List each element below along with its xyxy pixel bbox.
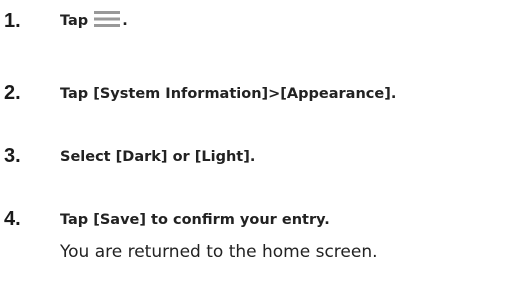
hamburger-menu-icon [94,10,121,28]
step-2-instruction: Tap [System Information]>[Appearance]. [60,86,397,102]
step-1-text-before: Tap [60,13,89,29]
step-2-number: 2. [4,82,21,104]
step-4-instruction: Tap [Save] to confirm your entry. [60,212,330,228]
step-4-result-note: You are returned to the home screen. [60,242,378,262]
step-1-instruction: Tap. [60,9,128,33]
step-3-number: 3. [4,145,21,167]
step-1-text-after: . [122,13,128,29]
step-1-number: 1. [4,10,21,32]
step-4-number: 4. [4,208,21,230]
step-3-instruction: Select [Dark] or [Light]. [60,149,256,165]
